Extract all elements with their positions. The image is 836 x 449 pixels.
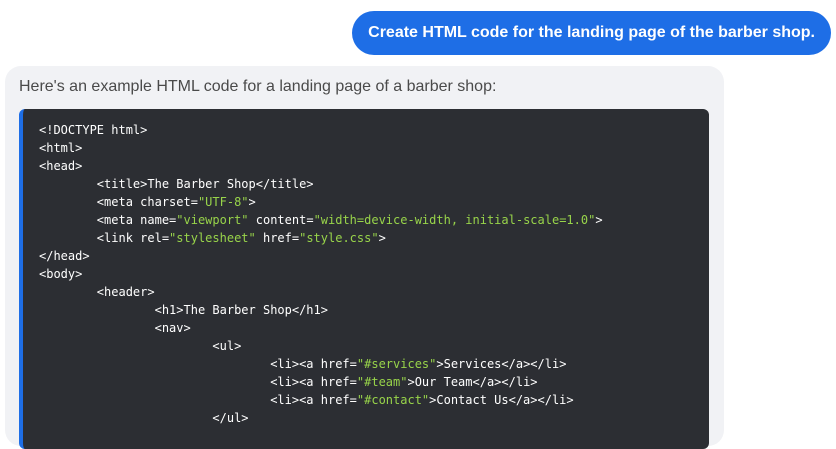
code-string-token: "style.css"	[299, 231, 379, 245]
code-token: >	[595, 213, 603, 227]
code-line: <title>The Barber Shop</title>	[39, 175, 603, 193]
code-string-token: "UTF-8"	[197, 195, 249, 209]
code-line: <!DOCTYPE html>	[39, 121, 603, 139]
code-line: <header>	[39, 283, 603, 301]
code-token: >	[248, 195, 256, 209]
code-token: <head>	[39, 159, 83, 173]
code-line: <meta name="viewport" content="width=dev…	[39, 211, 603, 229]
code-string-token: "width=device-width, initial-scale=1.0"	[313, 213, 596, 227]
code-token: <link rel=	[39, 231, 170, 245]
code-token: <html>	[39, 141, 83, 155]
code-line: <head>	[39, 157, 603, 175]
code-line: </head>	[39, 247, 603, 265]
chat-screen: { "user_message": "Create HTML code for …	[0, 0, 836, 449]
code-token: >Our Team</a></li>	[407, 375, 538, 389]
user-message-bubble: Create HTML code for the landing page of…	[352, 11, 831, 55]
code-token: <body>	[39, 267, 83, 281]
code-token: <!DOCTYPE html>	[39, 123, 148, 137]
code-string-token: "stylesheet"	[169, 231, 256, 245]
code-token: <h1>The Barber Shop</h1>	[39, 303, 328, 317]
code-token: </head>	[39, 249, 90, 263]
code-line: <ul>	[39, 337, 603, 355]
code-line: <meta charset="UTF-8">	[39, 193, 603, 211]
code-lines: <!DOCTYPE html> <html> <head> <title>The B…	[39, 121, 603, 427]
code-token: <li><a href=	[39, 375, 357, 389]
code-string-token: "#services"	[356, 357, 437, 371]
code-token: <nav>	[39, 321, 191, 335]
code-line: </ul>	[39, 409, 603, 427]
code-block[interactable]: <!DOCTYPE html> <html> <head> <title>The B…	[19, 109, 709, 449]
code-line: <html>	[39, 139, 603, 157]
code-token: <header>	[39, 285, 155, 299]
code-line: <li><a href="#contact">Contact Us</a></l…	[39, 391, 603, 409]
code-token: <meta name=	[39, 213, 177, 227]
assistant-message-bubble: Here's an example HTML code for a landin…	[5, 66, 724, 449]
user-message-row: Create HTML code for the landing page of…	[352, 11, 831, 55]
code-token: >	[378, 231, 386, 245]
code-line: <link rel="stylesheet" href="style.css">	[39, 229, 603, 247]
code-line: <li><a href="#services">Services</a></li…	[39, 355, 603, 373]
code-line: <nav>	[39, 319, 603, 337]
code-token: <ul>	[39, 339, 242, 353]
code-string-token: "#team"	[356, 375, 408, 389]
code-line: <body>	[39, 265, 603, 283]
code-token: >Contact Us</a></li>	[429, 393, 574, 407]
code-token: <meta charset=	[39, 195, 198, 209]
code-token: >Services</a></li>	[436, 357, 567, 371]
code-string-token: "viewport"	[176, 213, 249, 227]
code-line: <h1>The Barber Shop</h1>	[39, 301, 603, 319]
assistant-intro-text: Here's an example HTML code for a landin…	[19, 78, 497, 95]
code-string-token: "#contact"	[356, 393, 430, 407]
code-token: </ul>	[39, 411, 249, 425]
code-token: content=	[248, 213, 314, 227]
code-token: href=	[255, 231, 300, 245]
code-token: <li><a href=	[39, 393, 357, 407]
code-line: <li><a href="#team">Our Team</a></li>	[39, 373, 603, 391]
code-token: <title>The Barber Shop</title>	[39, 177, 314, 191]
code-token: <li><a href=	[39, 357, 357, 371]
